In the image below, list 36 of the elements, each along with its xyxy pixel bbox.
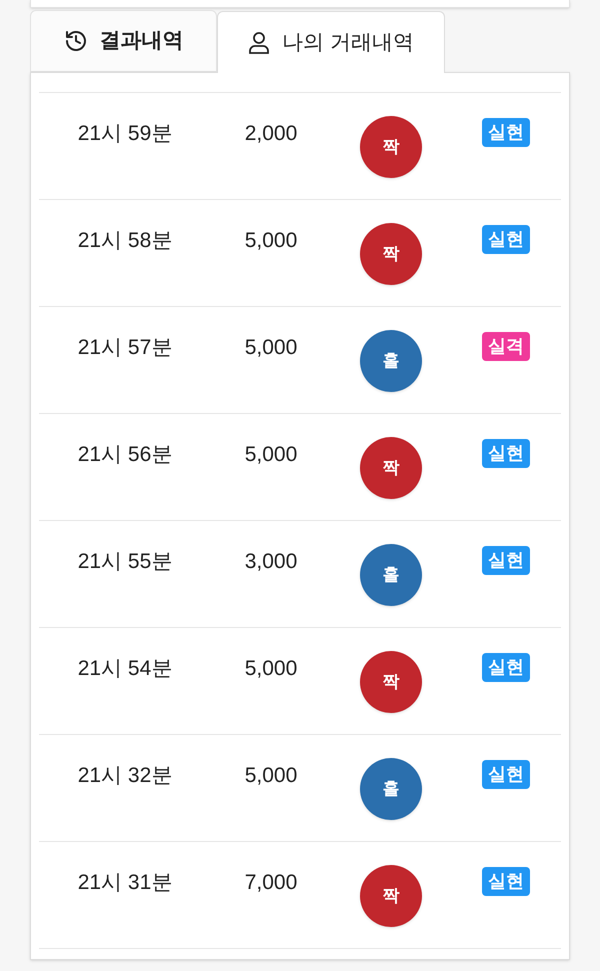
amount-text: 5,000 bbox=[244, 442, 298, 468]
time-text: 21시 58분 bbox=[76, 228, 174, 254]
status-badge: 실현 bbox=[482, 546, 530, 575]
time-text: 21시 32분 bbox=[76, 763, 174, 789]
time-text: 21시 31분 bbox=[76, 870, 174, 896]
tab[interactable]: 결과내역 bbox=[30, 10, 217, 72]
amount-text: 2,000 bbox=[244, 121, 298, 147]
time-text: 21시 59분 bbox=[76, 121, 174, 147]
user-icon bbox=[248, 30, 270, 54]
time-text: 21시 54분 bbox=[76, 656, 174, 682]
amount-text: 5,000 bbox=[244, 228, 298, 254]
tab[interactable]: 나의 거래내역 bbox=[217, 11, 445, 73]
amount-text: 7,000 bbox=[244, 870, 298, 896]
time-text: 21시 56분 bbox=[76, 442, 174, 468]
pick-badge: 짝 bbox=[360, 223, 422, 285]
amount-text: 3,000 bbox=[244, 549, 298, 575]
amount-text: 5,000 bbox=[244, 656, 298, 682]
status-badge: 실격 bbox=[482, 332, 530, 361]
status-badge: 실현 bbox=[482, 760, 530, 789]
amount-text: 5,000 bbox=[244, 335, 298, 361]
amount-text: 5,000 bbox=[244, 763, 298, 789]
status-badge: 실현 bbox=[482, 439, 530, 468]
status-badge: 실현 bbox=[482, 118, 530, 147]
pick-badge: 홀 bbox=[360, 758, 422, 820]
time-text: 21시 57분 bbox=[76, 335, 174, 361]
history-icon bbox=[64, 29, 88, 53]
pick-badge: 홀 bbox=[360, 544, 422, 606]
status-badge: 실현 bbox=[482, 653, 530, 682]
pick-badge: 짝 bbox=[360, 865, 422, 927]
status-badge: 실현 bbox=[482, 867, 530, 896]
time-text: 21시 55분 bbox=[76, 549, 174, 575]
pick-badge: 짝 bbox=[360, 437, 422, 499]
status-badge: 실현 bbox=[482, 225, 530, 254]
pick-badge: 짝 bbox=[360, 651, 422, 713]
pick-badge: 홀 bbox=[360, 330, 422, 392]
pick-badge: 짝 bbox=[360, 116, 422, 178]
